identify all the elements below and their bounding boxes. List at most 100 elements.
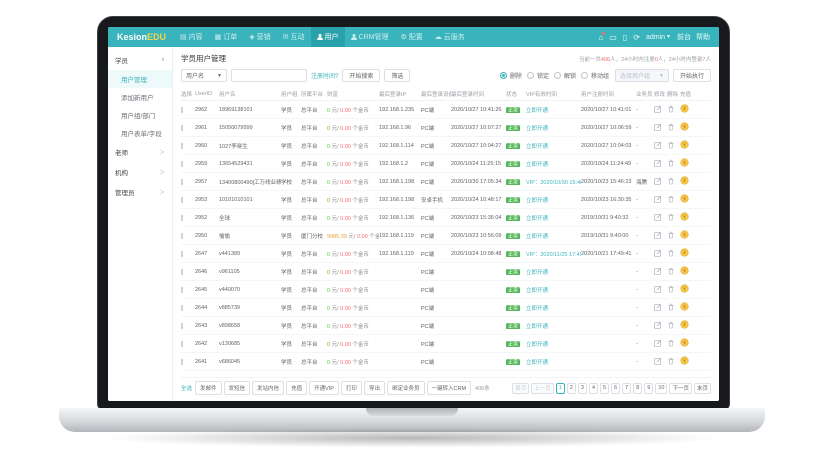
footer-button-发邮件[interactable]: 发邮件: [195, 381, 222, 395]
recharge-icon[interactable]: ¥: [680, 122, 689, 131]
radio-锁定[interactable]: [527, 72, 534, 79]
footer-button-导出[interactable]: 导出: [364, 381, 385, 395]
recharge-icon[interactable]: ¥: [680, 320, 689, 329]
page-7[interactable]: 7: [622, 383, 631, 394]
edit-icon[interactable]: [654, 105, 662, 113]
footer-button-充值[interactable]: 充值: [286, 381, 307, 395]
page-3[interactable]: 3: [578, 383, 587, 394]
delete-icon[interactable]: [667, 303, 675, 311]
sidebar-group-学员[interactable]: 学员∨: [108, 50, 172, 70]
sidebar-group-老师[interactable]: 老师＞: [108, 142, 172, 162]
sidebar-item-添加新用户[interactable]: 添加新用户: [108, 88, 172, 106]
recharge-icon[interactable]: ¥: [680, 194, 689, 203]
recharge-icon[interactable]: ¥: [680, 356, 689, 365]
row-checkbox[interactable]: [181, 341, 183, 347]
vip-link[interactable]: 立即开通: [526, 288, 548, 294]
quick-link-帮助[interactable]: 帮助: [696, 32, 710, 42]
page-prev[interactable]: 上一页: [531, 383, 554, 394]
delete-icon[interactable]: [667, 195, 675, 203]
execute-button[interactable]: 开始执行: [673, 69, 711, 82]
vip-link[interactable]: 立即开通: [526, 162, 548, 168]
delete-icon[interactable]: [667, 267, 675, 275]
delete-icon[interactable]: [667, 249, 675, 257]
sidebar-group-机构[interactable]: 机构＞: [108, 162, 172, 182]
page-next[interactable]: 下一页: [669, 383, 692, 394]
sidebar-group-管理员[interactable]: 管理员＞: [108, 182, 172, 202]
recharge-icon[interactable]: ¥: [680, 248, 689, 257]
row-checkbox[interactable]: [181, 323, 183, 329]
edit-icon[interactable]: [654, 303, 662, 311]
row-checkbox[interactable]: [181, 125, 183, 131]
page-1[interactable]: 1: [556, 383, 565, 394]
page-first[interactable]: 首页: [512, 383, 529, 394]
delete-icon[interactable]: [667, 285, 675, 293]
vip-link[interactable]: VIP：2020/10/30 15:46:23: [526, 180, 581, 186]
page-5[interactable]: 5: [600, 383, 609, 394]
row-checkbox[interactable]: [181, 269, 183, 275]
row-checkbox[interactable]: [181, 161, 183, 167]
vip-link[interactable]: 立即开通: [526, 144, 548, 150]
nav-item-配置[interactable]: ⚙配置: [395, 27, 429, 47]
row-checkbox[interactable]: [181, 197, 183, 203]
row-checkbox[interactable]: [181, 359, 183, 365]
nav-item-互动[interactable]: ✉互动: [277, 27, 311, 47]
row-checkbox[interactable]: [181, 305, 183, 311]
nav-item-云服务[interactable]: ☁云服务: [429, 27, 471, 47]
row-checkbox[interactable]: [181, 215, 183, 221]
edit-icon[interactable]: [654, 267, 662, 275]
row-checkbox[interactable]: [181, 251, 183, 257]
vip-link[interactable]: 立即开通: [526, 108, 548, 114]
delete-icon[interactable]: [667, 123, 675, 131]
delete-icon[interactable]: [667, 339, 675, 347]
recharge-icon[interactable]: ¥: [680, 104, 689, 113]
reg-time-link[interactable]: 注册时间?: [311, 71, 338, 80]
radio-移动组[interactable]: [581, 72, 588, 79]
delete-icon[interactable]: [667, 213, 675, 221]
filter-button[interactable]: 筛选: [384, 69, 410, 82]
radio-删除[interactable]: [500, 72, 507, 79]
row-checkbox[interactable]: [181, 287, 183, 293]
row-checkbox[interactable]: [181, 233, 183, 239]
sidebar-item-用户组/部门[interactable]: 用户组/部门: [108, 106, 172, 124]
select-all-link[interactable]: 全选: [181, 384, 192, 392]
footer-button-绑定业务员[interactable]: 绑定业务员: [387, 381, 425, 395]
recharge-icon[interactable]: ¥: [680, 338, 689, 347]
delete-icon[interactable]: [667, 159, 675, 167]
recharge-icon[interactable]: ¥: [680, 266, 689, 275]
refresh-icon[interactable]: ⟳: [633, 33, 640, 42]
recharge-icon[interactable]: ¥: [680, 212, 689, 221]
nav-item-营销[interactable]: ◈营销: [243, 27, 276, 47]
page-2[interactable]: 2: [567, 383, 576, 394]
page-4[interactable]: 4: [589, 383, 598, 394]
edit-icon[interactable]: [654, 357, 662, 365]
vip-link[interactable]: 立即开通: [526, 216, 548, 222]
row-checkbox[interactable]: [181, 107, 183, 113]
vip-link[interactable]: 立即开通: [526, 126, 548, 132]
vip-link[interactable]: 立即开通: [526, 342, 548, 348]
delete-icon[interactable]: [667, 321, 675, 329]
delete-icon[interactable]: [667, 141, 675, 149]
radio-解锁[interactable]: [554, 72, 561, 79]
monitor-icon[interactable]: ▭: [609, 33, 617, 42]
vip-link[interactable]: 立即开通: [526, 270, 548, 276]
delete-icon[interactable]: [667, 177, 675, 185]
edit-icon[interactable]: [654, 231, 662, 239]
page-last[interactable]: 末页: [694, 383, 711, 394]
delete-icon[interactable]: [667, 231, 675, 239]
recharge-icon[interactable]: ¥: [680, 284, 689, 293]
recharge-icon[interactable]: ¥: [680, 302, 689, 311]
delete-icon[interactable]: [667, 105, 675, 113]
search-field-select[interactable]: 用户名 ▼: [181, 69, 227, 82]
footer-button-开通VIP[interactable]: 开通VIP: [309, 381, 339, 395]
recharge-icon[interactable]: ¥: [680, 158, 689, 167]
sidebar-item-用户表单/字段[interactable]: 用户表单/字段: [108, 124, 172, 142]
nav-item-CRM管理[interactable]: CRM管理: [345, 27, 395, 47]
edit-icon[interactable]: [654, 213, 662, 221]
user-menu[interactable]: admin ▼: [646, 34, 671, 41]
nav-item-订单[interactable]: ▦订单: [209, 27, 244, 47]
footer-button-发短信[interactable]: 发短信: [224, 381, 251, 395]
group-select[interactable]: 选择用户组 ▼: [615, 69, 669, 82]
edit-icon[interactable]: [654, 285, 662, 293]
recharge-icon[interactable]: ¥: [680, 140, 689, 149]
edit-icon[interactable]: [654, 339, 662, 347]
